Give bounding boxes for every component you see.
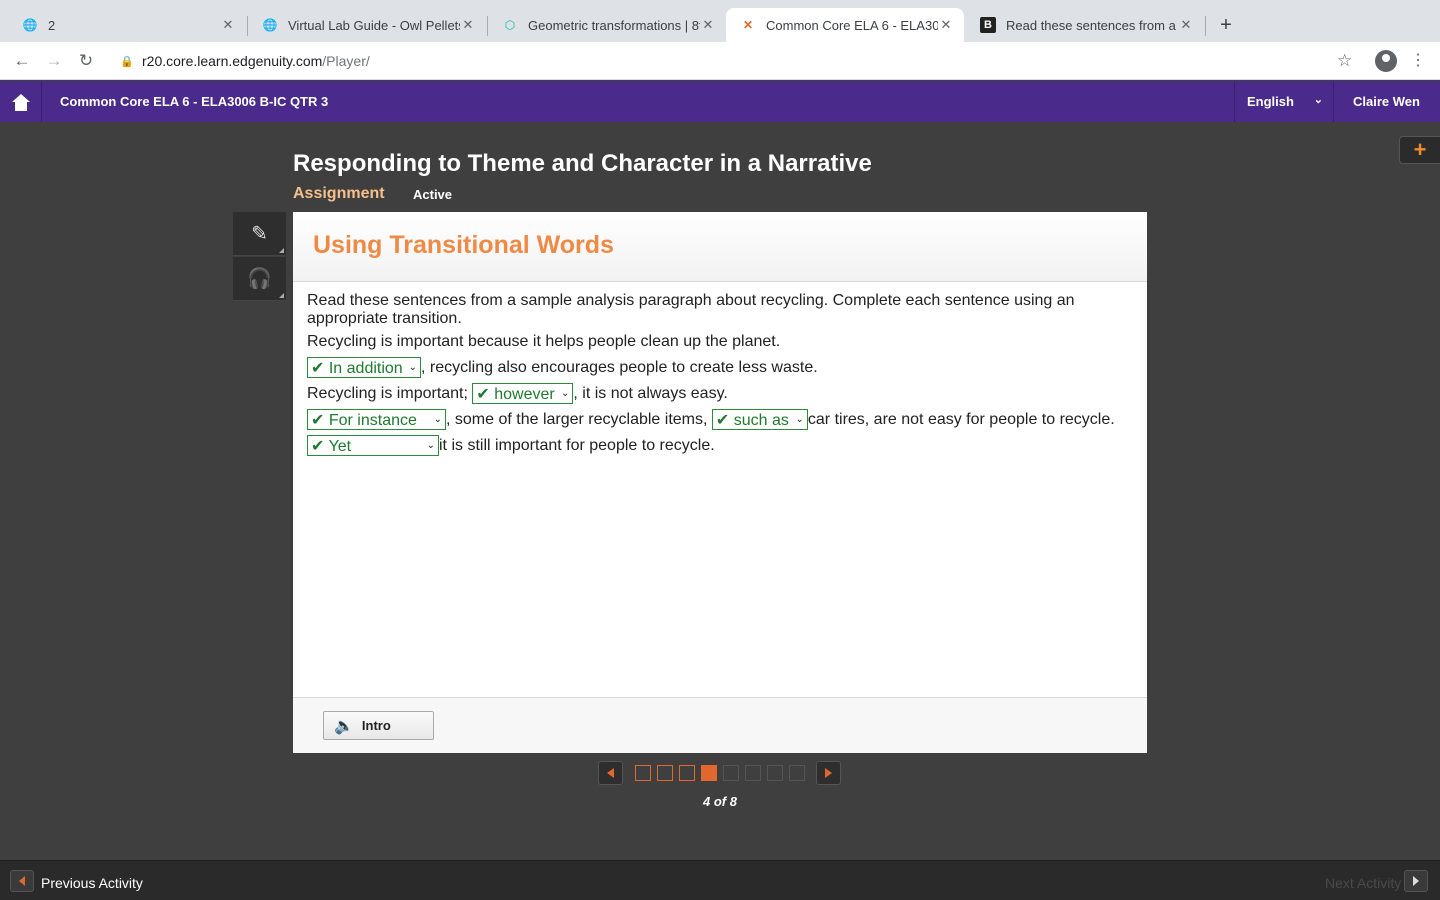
caret-left-icon — [607, 768, 614, 778]
next-activity-button[interactable] — [1404, 870, 1428, 892]
chevron-down-icon: ⌄ — [561, 388, 570, 399]
close-icon[interactable]: ✕ — [700, 17, 716, 33]
brainly-icon: B — [980, 17, 996, 33]
transition-select-3[interactable]: ✔ For instance ⌄ — [307, 409, 446, 430]
chevron-down-icon: ⌄ — [795, 414, 804, 425]
user-name[interactable]: Claire Wen — [1353, 94, 1420, 109]
back-icon[interactable]: ← — [12, 51, 32, 71]
transition-select-1[interactable]: ✔ In addition ⌄ — [307, 357, 421, 378]
next-activity-label[interactable]: Next Activity — [1325, 875, 1401, 891]
pencil-icon: ✎ — [251, 223, 268, 245]
activity-instructions: Read these sentences from a sample analy… — [307, 292, 1075, 327]
headphones-icon: 🎧 — [247, 268, 272, 290]
tab-title: Geometric transformations | 8t — [528, 17, 700, 33]
forward-icon[interactable]: → — [44, 51, 64, 71]
bookmark-star-icon[interactable]: ☆ — [1337, 51, 1352, 71]
transition-select-2[interactable]: ✔ however ⌄ — [472, 383, 574, 404]
tab-title: 2 — [48, 17, 56, 33]
caret-right-icon — [1413, 876, 1419, 886]
pager-page-8[interactable] — [789, 765, 805, 781]
assignment-label: Assignment — [293, 185, 385, 202]
language-label: English — [1247, 94, 1294, 109]
close-icon[interactable]: ✕ — [460, 17, 476, 33]
previous-activity-label[interactable]: Previous Activity — [41, 875, 143, 891]
pager-page-4[interactable] — [701, 765, 717, 781]
chevron-down-icon: ⌄ — [426, 440, 435, 451]
caret-right-icon — [825, 768, 832, 778]
intro-label: Intro — [361, 718, 391, 733]
edgenuity-icon: ✕ — [742, 18, 754, 32]
speaker-icon: 🔈 — [334, 717, 354, 735]
close-icon[interactable]: ✕ — [220, 17, 236, 33]
activity-footer: 🔈 Intro — [293, 697, 1147, 753]
close-icon[interactable]: ✕ — [1178, 17, 1194, 33]
new-tab-icon[interactable]: + — [1214, 14, 1238, 38]
browser-toolbar: ← → ↻ 🔒 r20.core.learn.edgenuity.com/Pla… — [0, 42, 1440, 80]
address-bar[interactable]: 🔒 r20.core.learn.edgenuity.com/Player/ — [110, 47, 1365, 75]
transition-select-5[interactable]: ✔ Yet ⌄ — [307, 435, 439, 456]
home-icon — [11, 93, 30, 111]
language-selector[interactable]: English ⌄ — [1234, 81, 1334, 122]
globe-icon: 🌐 — [262, 18, 278, 32]
activity-card: Using Transitional Words Read these sent… — [293, 212, 1147, 753]
pager-page-3[interactable] — [679, 765, 695, 781]
close-icon[interactable]: ✕ — [938, 17, 954, 33]
khan-academy-icon: ⬡ — [504, 18, 516, 32]
audio-tool-button[interactable]: 🎧 — [233, 257, 286, 301]
sentence-1: Recycling is important because it helps … — [307, 333, 781, 350]
browser-tab-strip: 🌐 2 ✕ 🌐 Virtual Lab Guide - Owl Pellets … — [0, 0, 1440, 42]
url-host: r20.core.learn.edgenuity.com — [142, 53, 323, 69]
lock-icon: 🔒 — [120, 55, 134, 68]
lesson-title: Responding to Theme and Character in a N… — [293, 150, 872, 177]
pager-label: 4 of 8 — [703, 794, 737, 809]
intro-button[interactable]: 🔈 Intro — [323, 711, 434, 740]
tab-title: Read these sentences from a s — [1006, 17, 1178, 33]
pager-prev-button[interactable] — [598, 761, 623, 785]
reload-icon[interactable]: ↻ — [76, 51, 96, 71]
pager-page-2[interactable] — [657, 765, 673, 781]
browser-tab[interactable]: 🌐 2 ✕ — [8, 8, 246, 42]
pencil-tool-button[interactable]: ✎ — [233, 212, 286, 256]
globe-icon: 🌐 — [22, 18, 38, 32]
chevron-down-icon: ⌄ — [408, 362, 417, 373]
tab-title: Common Core ELA 6 - ELA300 — [766, 17, 938, 33]
activity-nav-bar: Previous Activity Next Activity — [0, 860, 1440, 900]
browser-tab-active[interactable]: ✕ Common Core ELA 6 - ELA300 ✕ — [726, 8, 964, 42]
activity-header: Using Transitional Words — [293, 212, 1147, 282]
chevron-down-icon: ⌄ — [433, 414, 442, 425]
course-header: Common Core ELA 6 - ELA3006 B-IC QTR 3 E… — [0, 81, 1440, 122]
browser-tab[interactable]: 🌐 Virtual Lab Guide - Owl Pellets ✕ — [248, 8, 486, 42]
pager-page-6[interactable] — [745, 765, 761, 781]
menu-kebab-icon[interactable]: ⋮ — [1410, 50, 1426, 70]
profile-avatar-icon[interactable] — [1375, 50, 1397, 72]
sentence-3: Recycling is important; ✔ however ⌄ , it … — [307, 383, 728, 404]
pager-page-7[interactable] — [767, 765, 783, 781]
pager-page-5[interactable] — [723, 765, 739, 781]
course-title: Common Core ELA 6 - ELA3006 B-IC QTR 3 — [60, 94, 329, 109]
status-badge: Active — [413, 187, 453, 202]
caret-left-icon — [19, 876, 25, 886]
activity-title: Using Transitional Words — [313, 231, 614, 259]
chevron-down-icon: ⌄ — [1313, 94, 1323, 106]
transition-select-4[interactable]: ✔ such as ⌄ — [711, 409, 808, 430]
home-button[interactable] — [0, 81, 42, 122]
sentence-2: ✔ In addition ⌄ , recycling also encourag… — [307, 357, 818, 378]
url-path: /Player/ — [322, 53, 370, 69]
sentence-5: ✔ Yet ⌄ it is still important for people … — [307, 435, 715, 456]
previous-activity-button[interactable] — [10, 870, 34, 892]
sentence-4: ✔ For instance ⌄ , some of the larger rec… — [307, 409, 1115, 430]
tab-title: Virtual Lab Guide - Owl Pellets — [288, 17, 460, 33]
browser-tab[interactable]: B Read these sentences from a s ✕ — [966, 8, 1204, 42]
pager-next-button[interactable] — [816, 761, 841, 785]
plus-icon[interactable]: + — [1399, 136, 1440, 164]
pager-page-1[interactable] — [635, 765, 651, 781]
browser-tab[interactable]: ⬡ Geometric transformations | 8t ✕ — [488, 8, 726, 42]
